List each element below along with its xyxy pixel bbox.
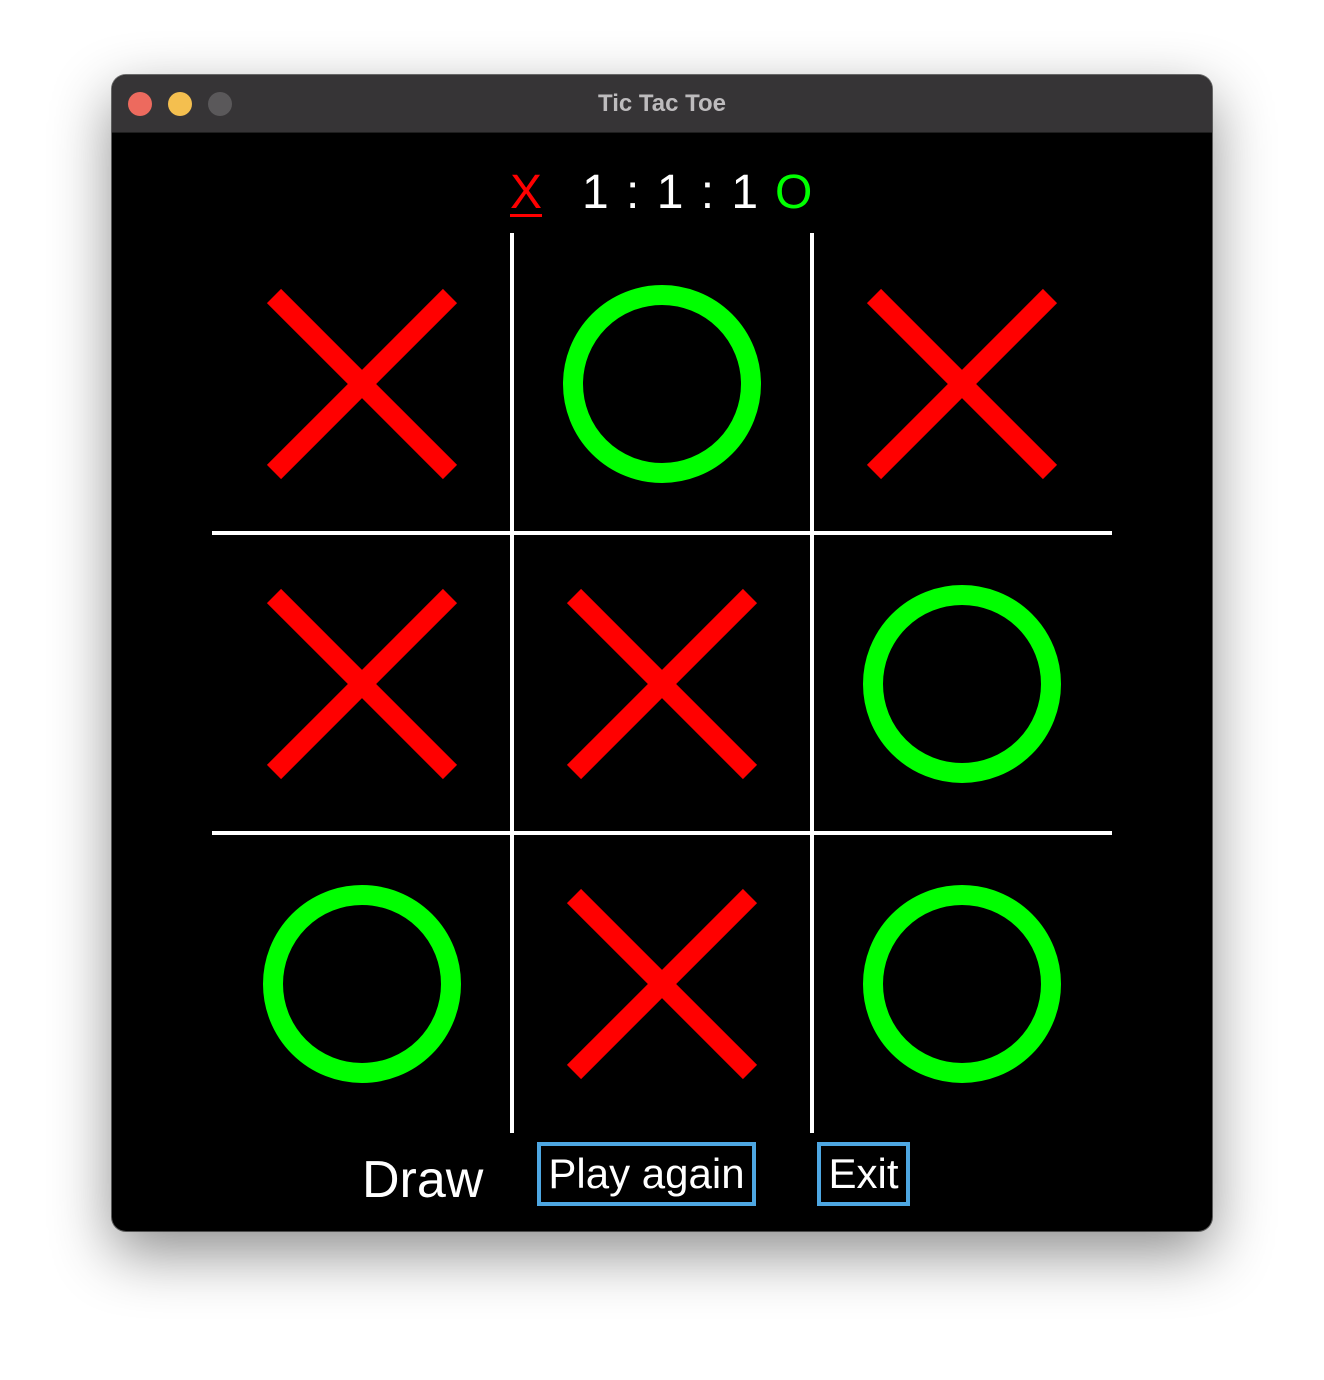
game-window: Tic Tac Toe X 1 : 1 : 1 O Draw Play agai… [112, 75, 1212, 1231]
game-board [212, 233, 1112, 1133]
grid-line-vertical [510, 233, 514, 1133]
board-cell-1-2[interactable] [812, 533, 1112, 833]
game-status: Draw [362, 1151, 484, 1209]
grid-line-vertical [810, 233, 814, 1133]
play-again-button[interactable]: Play again [537, 1142, 756, 1206]
game-content: X 1 : 1 : 1 O Draw Play again Exit [112, 133, 1212, 1231]
board-cell-0-1[interactable] [512, 233, 812, 533]
board-cell-2-0[interactable] [212, 833, 512, 1133]
board-cell-2-2[interactable] [812, 833, 1112, 1133]
window-title: Tic Tac Toe [597, 90, 727, 117]
grid-line-horizontal [212, 531, 1112, 535]
title-bar: Tic Tac Toe [112, 75, 1212, 133]
grid-line-horizontal [212, 831, 1112, 835]
exit-button[interactable]: Exit [817, 1142, 910, 1206]
